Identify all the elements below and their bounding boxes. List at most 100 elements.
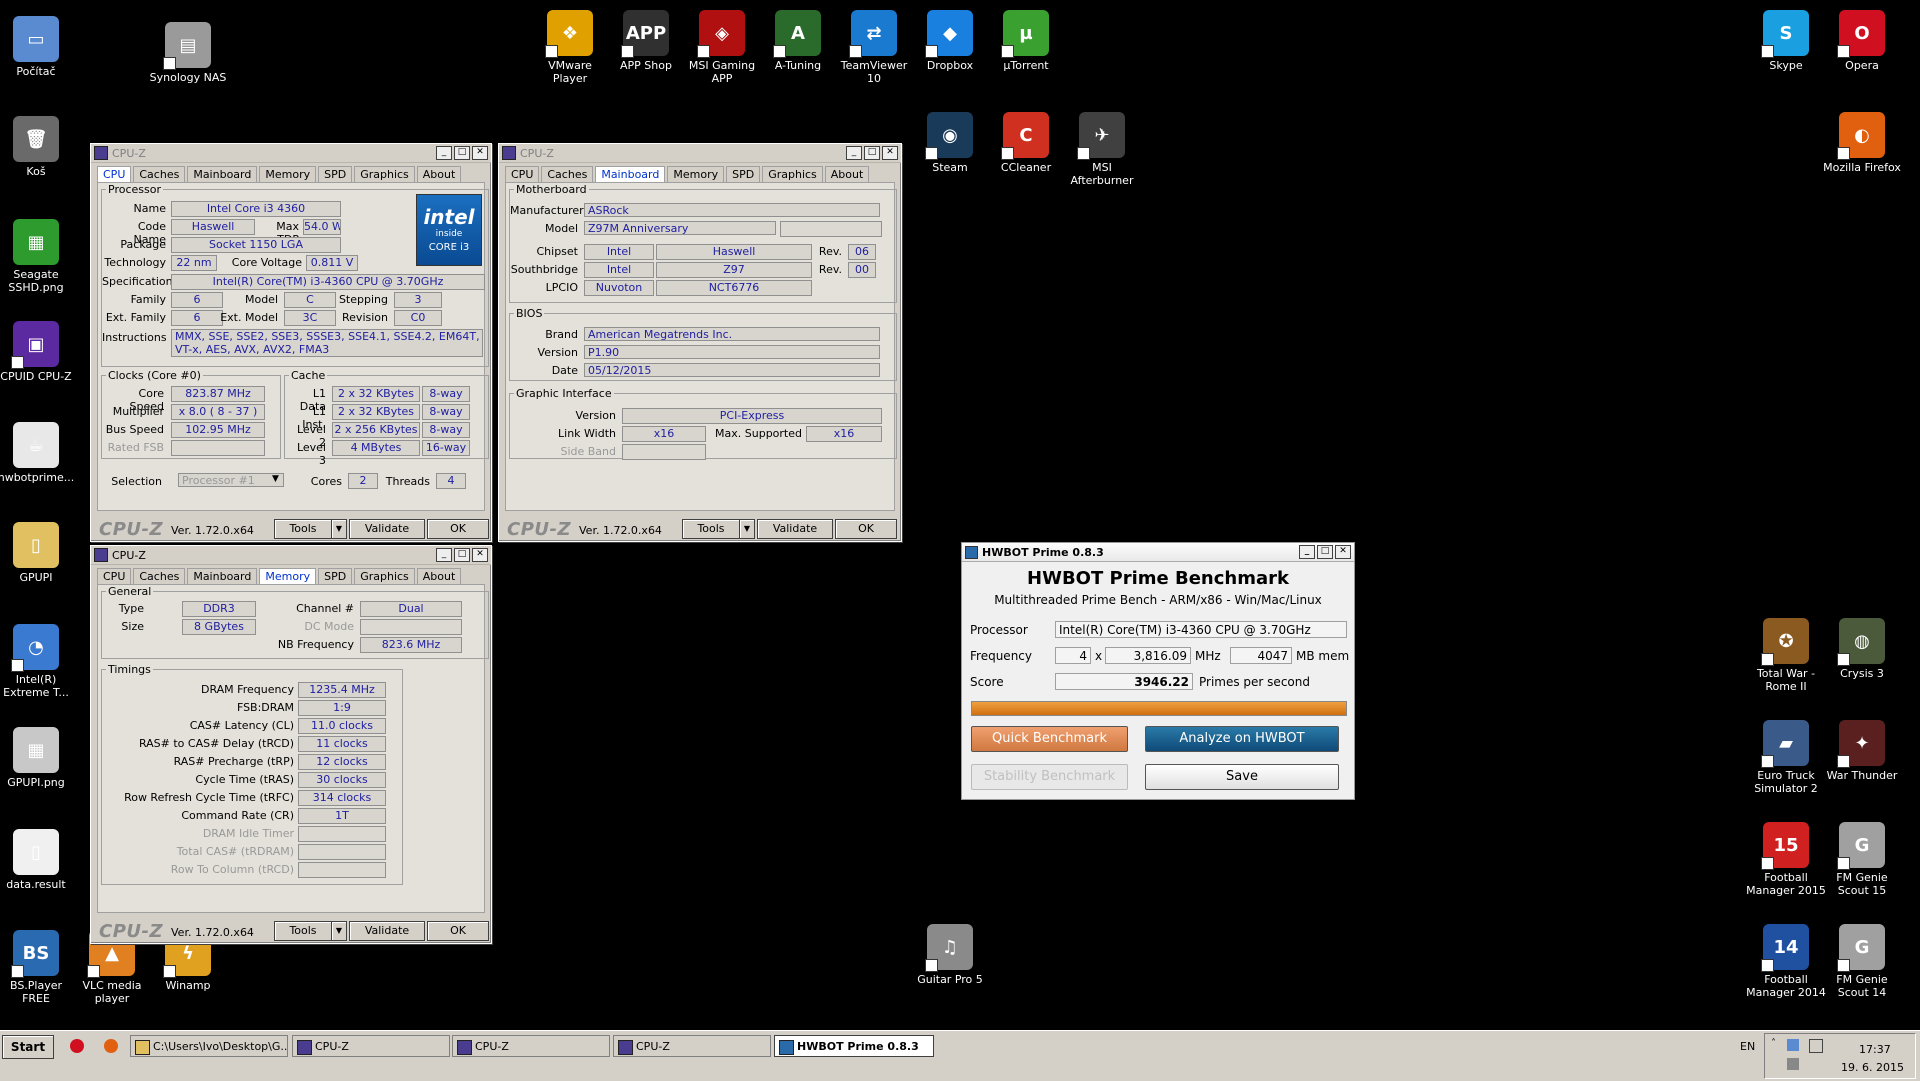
tools-button[interactable]: Tools — [274, 519, 332, 539]
close-button[interactable]: ✕ — [472, 548, 488, 562]
tools-dropdown-button[interactable]: ▼ — [331, 519, 347, 539]
desktop-icon[interactable]: ▯ data.result — [0, 825, 76, 891]
desktop-icon[interactable]: ▦ Seagate SSHD.png — [0, 215, 76, 294]
quick-benchmark-button[interactable]: Quick Benchmark — [971, 726, 1128, 752]
desktop-icon[interactable]: ◐ Mozilla Firefox — [1822, 108, 1902, 174]
tab-memory[interactable]: Memory — [259, 568, 317, 584]
tab-mainboard[interactable]: Mainboard — [187, 166, 258, 182]
desktop-icon[interactable]: G FM Genie Scout 15 — [1822, 818, 1902, 897]
desktop-icon[interactable]: 14 Football Manager 2014 — [1746, 920, 1826, 999]
clock-time[interactable]: 17:37 — [1859, 1043, 1891, 1056]
clock-date[interactable]: 19. 6. 2015 — [1841, 1061, 1904, 1074]
maximize-button[interactable]: □ — [454, 146, 470, 160]
maximize-button[interactable]: □ — [864, 146, 880, 160]
desktop-icon[interactable]: 🗑 Koš — [0, 112, 76, 178]
taskbar-cpuz-button[interactable]: CPU-Z — [292, 1035, 450, 1057]
tab-memory[interactable]: Memory — [259, 166, 317, 182]
stability-benchmark-button[interactable]: Stability Benchmark — [971, 764, 1128, 790]
desktop-icon[interactable]: ▣ CPUID CPU-Z — [0, 317, 76, 383]
tools-button[interactable]: Tools — [682, 519, 740, 539]
tab-cpu[interactable]: CPU — [97, 166, 132, 182]
maximize-button[interactable]: □ — [454, 548, 470, 562]
tab-about[interactable]: About — [824, 166, 870, 182]
hwbot-titlebar[interactable]: HWBOT Prime 0.8.3 _ □ ✕ — [962, 543, 1354, 562]
tab-caches[interactable]: Caches — [541, 166, 594, 182]
desktop-icon[interactable]: S Skype — [1746, 6, 1826, 72]
taskbar-cpuz-button[interactable]: CPU-Z — [613, 1035, 771, 1057]
chevron-down-icon[interactable]: ▼ — [272, 474, 279, 484]
close-button[interactable]: ✕ — [472, 146, 488, 160]
cpuz-memory-titlebar[interactable]: CPU-Z _ □ ✕ — [91, 546, 491, 565]
desktop-icon[interactable]: ◍ Crysis 3 — [1822, 614, 1902, 680]
desktop-icon[interactable]: ▰ Euro Truck Simulator 2 — [1746, 716, 1826, 795]
desktop-icon[interactable]: ▤ Synology NAS — [148, 18, 228, 84]
tab-mainboard[interactable]: Mainboard — [187, 568, 258, 584]
desktop-icon[interactable]: ✪ Total War - Rome II — [1746, 614, 1826, 693]
tab-about[interactable]: About — [416, 568, 462, 584]
tab-cpu[interactable]: CPU — [97, 568, 132, 584]
start-button[interactable]: Start — [2, 1035, 54, 1059]
close-button[interactable]: ✕ — [1335, 545, 1351, 559]
desktop-icon[interactable]: ◔ Intel(R) Extreme T... — [0, 620, 76, 699]
analyze-on-hwbot-button[interactable]: Analyze on HWBOT — [1145, 726, 1339, 752]
tab-about[interactable]: About — [416, 166, 462, 182]
minimize-button[interactable]: _ — [1299, 545, 1315, 559]
validate-button[interactable]: Validate — [349, 921, 425, 941]
desktop-icon[interactable]: ⇄ TeamViewer 10 — [834, 6, 914, 85]
ok-button[interactable]: OK — [427, 921, 489, 941]
desktop-icon[interactable]: O Opera — [1822, 6, 1902, 72]
tab-memory[interactable]: Memory — [667, 166, 725, 182]
quicklaunch-opera-icon[interactable] — [70, 1039, 84, 1053]
taskbar-cpuz-button[interactable]: CPU-Z — [452, 1035, 610, 1057]
minimize-button[interactable]: _ — [846, 146, 862, 160]
maximize-button[interactable]: □ — [1317, 545, 1333, 559]
quicklaunch-firefox-icon[interactable] — [104, 1039, 118, 1053]
desktop-icon[interactable]: APP APP Shop — [606, 6, 686, 72]
validate-button[interactable]: Validate — [757, 519, 833, 539]
selection-dropdown[interactable]: Processor #1 — [178, 473, 284, 487]
desktop-icon[interactable]: ◆ Dropbox — [910, 6, 990, 72]
validate-button[interactable]: Validate — [349, 519, 425, 539]
taskbar-explorer-button[interactable]: C:\Users\Ivo\Desktop\G... — [130, 1035, 288, 1057]
desktop-icon[interactable]: ❖ VMware Player — [530, 6, 610, 85]
tray-expand-icon[interactable]: ˄ — [1771, 1038, 1776, 1049]
cpuz-cpu-titlebar[interactable]: CPU-Z _ □ ✕ — [91, 144, 491, 163]
taskbar-hwbot-button[interactable]: HWBOT Prime 0.8.3 — [774, 1035, 934, 1057]
tab-caches[interactable]: Caches — [133, 166, 186, 182]
language-indicator[interactable]: EN — [1740, 1040, 1755, 1053]
cpuz-mainboard-titlebar[interactable]: CPU-Z _ □ ✕ — [499, 144, 901, 163]
tab-graphics[interactable]: Graphics — [354, 568, 415, 584]
cpuz-window-mainboard[interactable]: CPU-Z _ □ ✕ CPU Caches Mainboard Memory … — [498, 143, 902, 542]
minimize-button[interactable]: _ — [436, 548, 452, 562]
desktop-icon[interactable]: G FM Genie Scout 14 — [1822, 920, 1902, 999]
desktop-icon[interactable]: BS BS.Player FREE — [0, 926, 76, 1005]
desktop-icon[interactable]: ☕ hwbotprime... — [0, 418, 76, 484]
tab-graphics[interactable]: Graphics — [354, 166, 415, 182]
tab-caches[interactable]: Caches — [133, 568, 186, 584]
desktop-icon[interactable]: µ µTorrent — [986, 6, 1066, 72]
tab-spd[interactable]: SPD — [318, 166, 353, 182]
tray-speaker-icon[interactable] — [1787, 1058, 1799, 1070]
desktop-icon[interactable]: A A-Tuning — [758, 6, 838, 72]
desktop-icon[interactable]: ◈ MSI Gaming APP — [682, 6, 762, 85]
desktop-icon[interactable]: ◉ Steam — [910, 108, 990, 174]
desktop-icon[interactable]: ✈ MSI Afterburner — [1062, 108, 1142, 187]
ok-button[interactable]: OK — [835, 519, 897, 539]
desktop-icon[interactable]: ✦ War Thunder — [1822, 716, 1902, 782]
tray-flag-icon[interactable] — [1809, 1039, 1823, 1053]
tab-spd[interactable]: SPD — [318, 568, 353, 584]
tab-cpu[interactable]: CPU — [505, 166, 540, 182]
desktop-icon[interactable]: C CCleaner — [986, 108, 1066, 174]
tools-dropdown-button[interactable]: ▼ — [739, 519, 755, 539]
tab-graphics[interactable]: Graphics — [762, 166, 823, 182]
tools-dropdown-button[interactable]: ▼ — [331, 921, 347, 941]
save-button[interactable]: Save — [1145, 764, 1339, 790]
hwbot-window[interactable]: HWBOT Prime 0.8.3 _ □ ✕ HWBOT Prime Benc… — [961, 542, 1355, 800]
tab-spd[interactable]: SPD — [726, 166, 761, 182]
tab-mainboard[interactable]: Mainboard — [595, 166, 666, 182]
close-button[interactable]: ✕ — [882, 146, 898, 160]
desktop-icon[interactable]: ▦ GPUPI.png — [0, 723, 76, 789]
cpuz-window-memory[interactable]: CPU-Z _ □ ✕ CPU Caches Mainboard Memory … — [90, 545, 492, 944]
tools-button[interactable]: Tools — [274, 921, 332, 941]
desktop-icon[interactable]: ▭ Počítač — [0, 12, 76, 78]
